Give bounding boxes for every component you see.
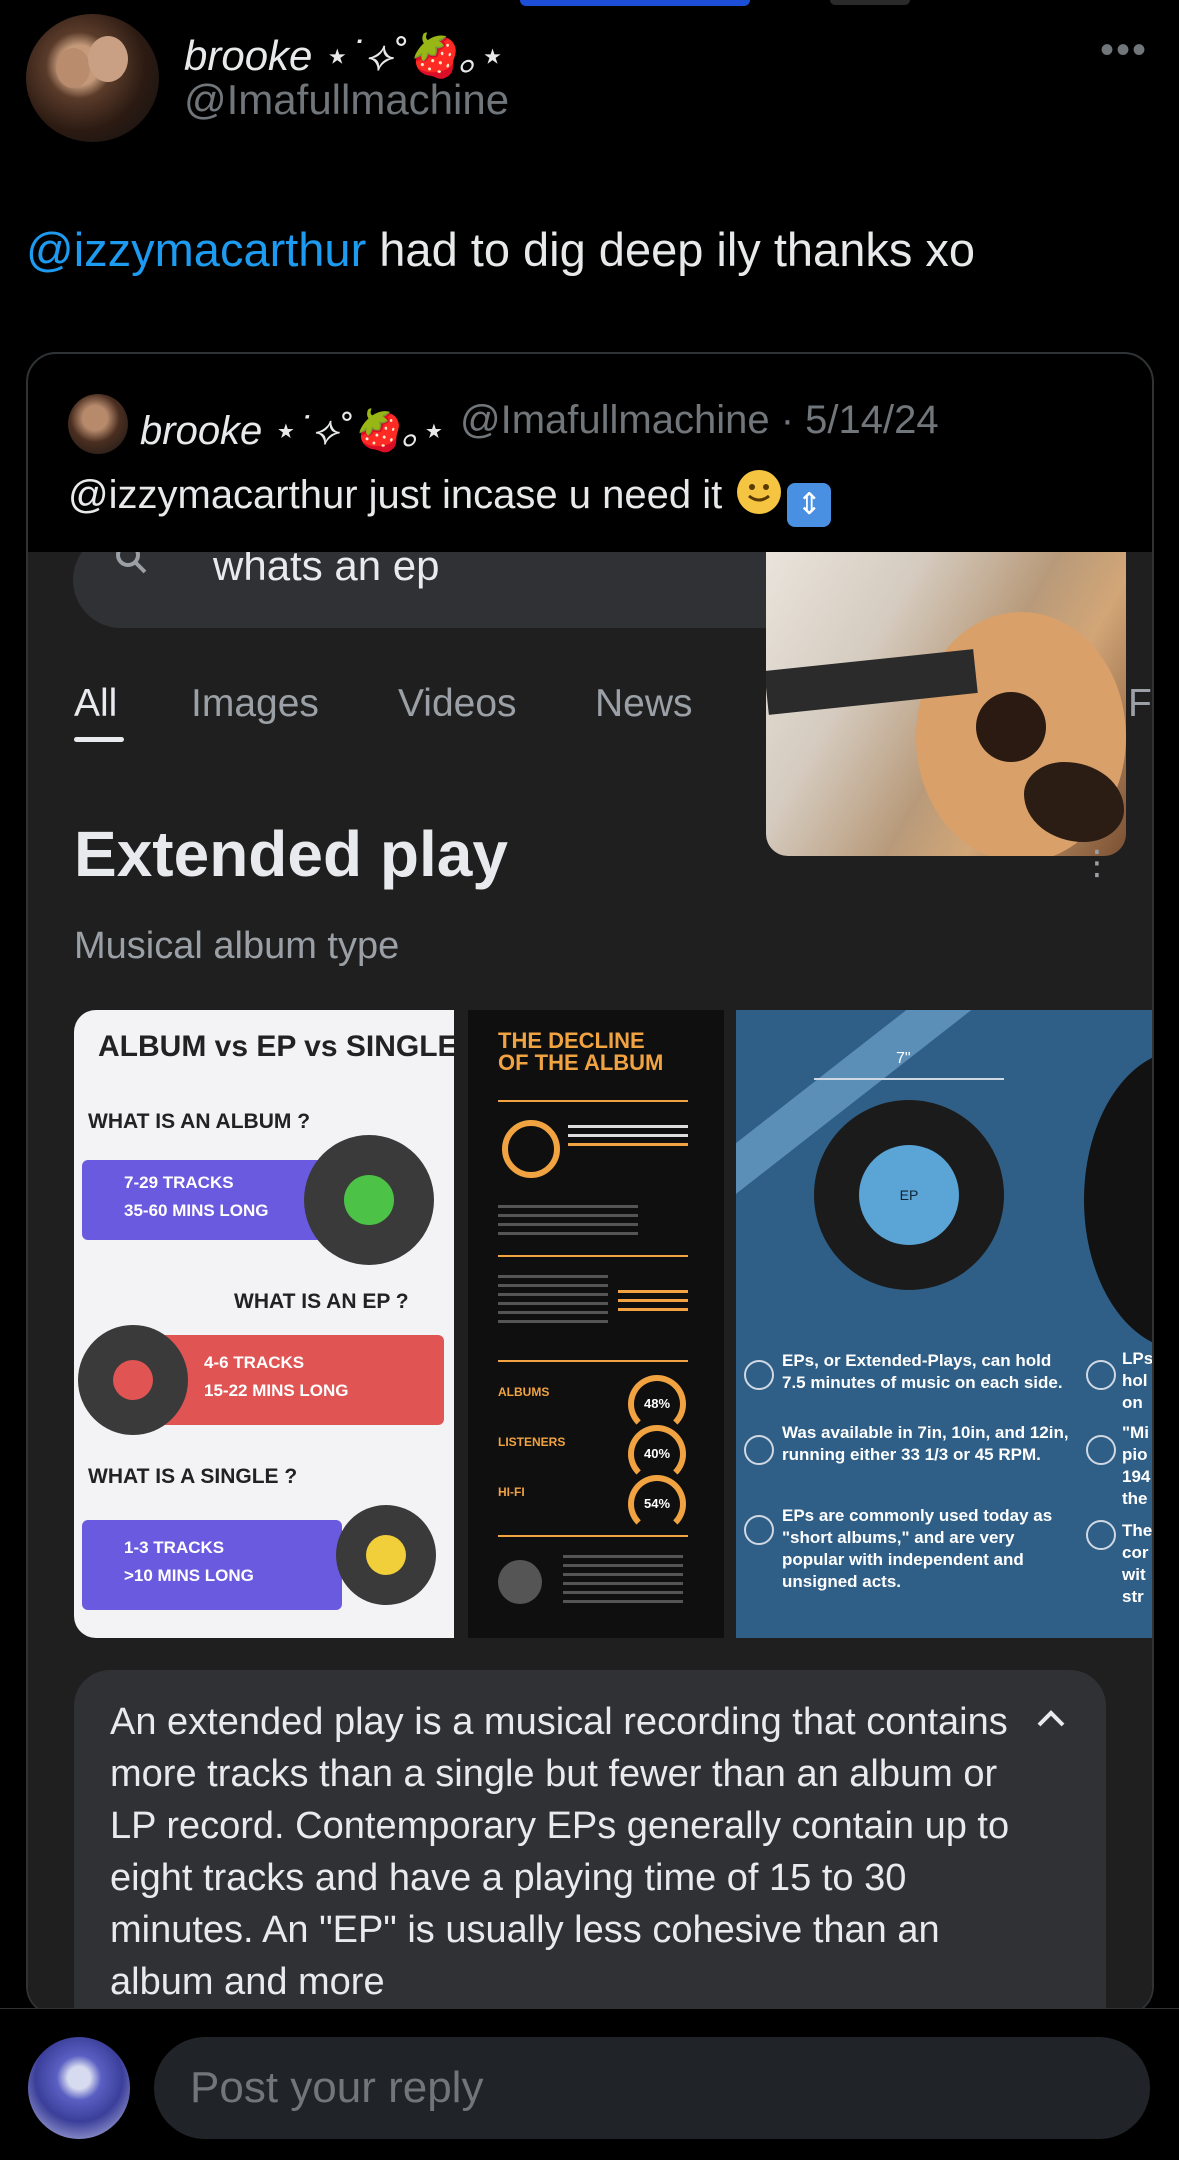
video-overlay-thumbnail <box>766 552 1126 856</box>
image3-dimension-label: 7" <box>896 1050 911 1067</box>
author-handle[interactable]: @Imafullmachine <box>184 76 509 124</box>
tab-images: Images <box>191 682 319 725</box>
image3-cut-1: LPs <box>1122 1349 1152 1368</box>
image3-cut-11: str <box>1122 1587 1144 1606</box>
image3-vinyl-label: EP <box>859 1145 959 1245</box>
image3-fact-1: EPs, or Extended-Plays, can hold 7.5 min… <box>782 1351 1063 1392</box>
attached-screenshot[interactable]: whats an ep All Images Videos News F Ext… <box>28 552 1152 2014</box>
top-pill <box>520 0 750 6</box>
quoted-body: @izzymacarthur just incase u need it <box>68 473 723 517</box>
image3-dimension-line <box>814 1078 1004 1080</box>
up-down-arrow-emoji-icon: ⇕ <box>787 483 832 527</box>
more-options-icon[interactable]: ••• <box>1100 28 1148 73</box>
tab-all: All <box>74 682 118 725</box>
quoted-author-meta: @Imafullmachine · 5/14/24 <box>460 398 939 442</box>
ep-vinyl-icon <box>78 1325 188 1435</box>
image3-cut-7: the <box>1122 1489 1148 1508</box>
single-tracks: 1-3 TRACKS <box>124 1538 225 1557</box>
chevron-up-icon <box>1037 1710 1065 1727</box>
search-bar: whats an ep <box>73 552 853 628</box>
slight-smile-emoji-icon <box>737 470 782 514</box>
image2-label-hifi: HI-FI <box>498 1485 525 1499</box>
image2-title: THE DECLINE OF THE ALBUM <box>498 1028 664 1075</box>
author-name[interactable]: brooke ⋆˙⟡˚🍓｡⋆ <box>184 22 506 83</box>
tab-active-indicator <box>74 737 124 742</box>
tab-videos: Videos <box>398 682 517 725</box>
image2-label-albums: ALBUMS <box>498 1385 550 1399</box>
reply-bar: Post your reply <box>0 2008 1179 2160</box>
image3-fact-2: Was available in 7in, 10in, and 12in, ru… <box>782 1423 1069 1464</box>
image3-cut-3: on <box>1122 1393 1143 1412</box>
tab-news: News <box>595 682 693 725</box>
album-tracks: 7-29 TRACKS <box>124 1173 234 1192</box>
image3-cut-10: wit <box>1122 1565 1146 1584</box>
description-text: An extended play is a musical recording … <box>110 1701 1010 2003</box>
image2-label-listeners: LISTENERS <box>498 1435 566 1449</box>
tweet-text: @izzymacarthur had to dig deep ily thank… <box>26 222 975 277</box>
search-icon <box>116 552 147 574</box>
album-vinyl-icon <box>304 1135 434 1265</box>
image3-bullet-icon-4 <box>1086 1360 1116 1390</box>
quoted-text: @izzymacarthur just incase u need it ⇕ <box>68 470 832 527</box>
quoted-author-avatar <box>68 394 128 454</box>
album-mins: 35-60 MINS LONG <box>124 1201 269 1220</box>
top-pill-secondary <box>830 0 910 5</box>
image2-paragraph-3 <box>563 1555 683 1609</box>
image3-cut-2: hol <box>1122 1371 1148 1390</box>
image3-cut-4: "Mi <box>1122 1423 1149 1442</box>
tab-more-cut: F <box>1128 682 1152 725</box>
image2-divider-2 <box>498 1255 688 1257</box>
image3-cut-8: The <box>1122 1521 1152 1540</box>
search-query: whats an ep <box>213 552 440 589</box>
image1-q-ep: WHAT IS AN EP ? <box>234 1290 409 1313</box>
image3-bullet-icon-1 <box>744 1360 774 1390</box>
image2-divider <box>498 1100 688 1102</box>
knowledge-panel-subtitle: Musical album type <box>74 925 400 967</box>
quoted-tweet-card[interactable]: brooke ⋆˙⟡˚🍓｡⋆ @Imafullmachine · 5/14/24… <box>26 352 1154 2016</box>
image1-heading: ALBUM vs EP vs SINGLE <box>98 1030 454 1063</box>
ep-mins: 15-22 MINS LONG <box>204 1381 349 1400</box>
image3-bullet-icon-5 <box>1086 1435 1116 1465</box>
image3-cut-5: pio <box>1122 1445 1148 1464</box>
single-mins: >10 MINS LONG <box>124 1566 254 1585</box>
image-album-ep-single: ALBUM vs EP vs SINGLE WHAT IS AN ALBUM ?… <box>74 1010 454 1638</box>
knowledge-panel-title: Extended play <box>74 818 508 890</box>
reply-input[interactable]: Post your reply <box>154 2037 1150 2139</box>
image2-record-icon <box>498 1560 542 1604</box>
image1-q-album: WHAT IS AN ALBUM ? <box>88 1110 311 1133</box>
image3-cut-9: cor <box>1122 1543 1149 1562</box>
tweet-body: had to dig deep ily thanks xo <box>366 223 976 276</box>
kebab-menu-icon: ⋮ <box>1080 844 1114 882</box>
guitar-soundhole <box>976 692 1046 762</box>
current-user-avatar[interactable] <box>28 2037 130 2139</box>
description-card: An extended play is a musical recording … <box>74 1670 1106 2014</box>
image2-divider-3 <box>498 1360 688 1362</box>
image3-vinyl-large <box>1084 1050 1152 1350</box>
image-ep-vinyl-facts: 7" EP EPs, or Extended-Plays, can hold 7… <box>736 1010 1152 1638</box>
image2-divider-4 <box>498 1535 688 1537</box>
image3-bullet-icon-6 <box>1086 1520 1116 1550</box>
image3-bullet-icon-3 <box>744 1515 774 1545</box>
mention-link[interactable]: @izzymacarthur <box>26 223 366 276</box>
author-avatar[interactable] <box>26 14 159 142</box>
ep-tracks: 4-6 TRACKS <box>204 1353 305 1372</box>
image-decline-of-album: THE DECLINE OF THE ALBUM ALBUMS 48% LIST… <box>468 1010 724 1638</box>
image2-dots <box>568 1125 688 1152</box>
image3-fact-3: EPs are commonly used today as "short al… <box>782 1506 1053 1591</box>
image3-bullet-icon-2 <box>744 1435 774 1465</box>
image2-paragraph-1 <box>498 1205 638 1241</box>
single-vinyl-icon <box>336 1505 436 1605</box>
image3-cut-6: 194 <box>1122 1467 1151 1486</box>
image2-pct-hifi: 54% <box>628 1475 686 1533</box>
image1-q-single: WHAT IS A SINGLE ? <box>88 1465 298 1488</box>
image2-paragraph-2 <box>498 1275 608 1329</box>
image2-ring-top <box>502 1120 560 1178</box>
quoted-author-name: brooke ⋆˙⟡˚🍓｡⋆ <box>140 409 447 453</box>
image2-quote <box>618 1290 688 1317</box>
reply-placeholder: Post your reply <box>190 2063 484 2112</box>
